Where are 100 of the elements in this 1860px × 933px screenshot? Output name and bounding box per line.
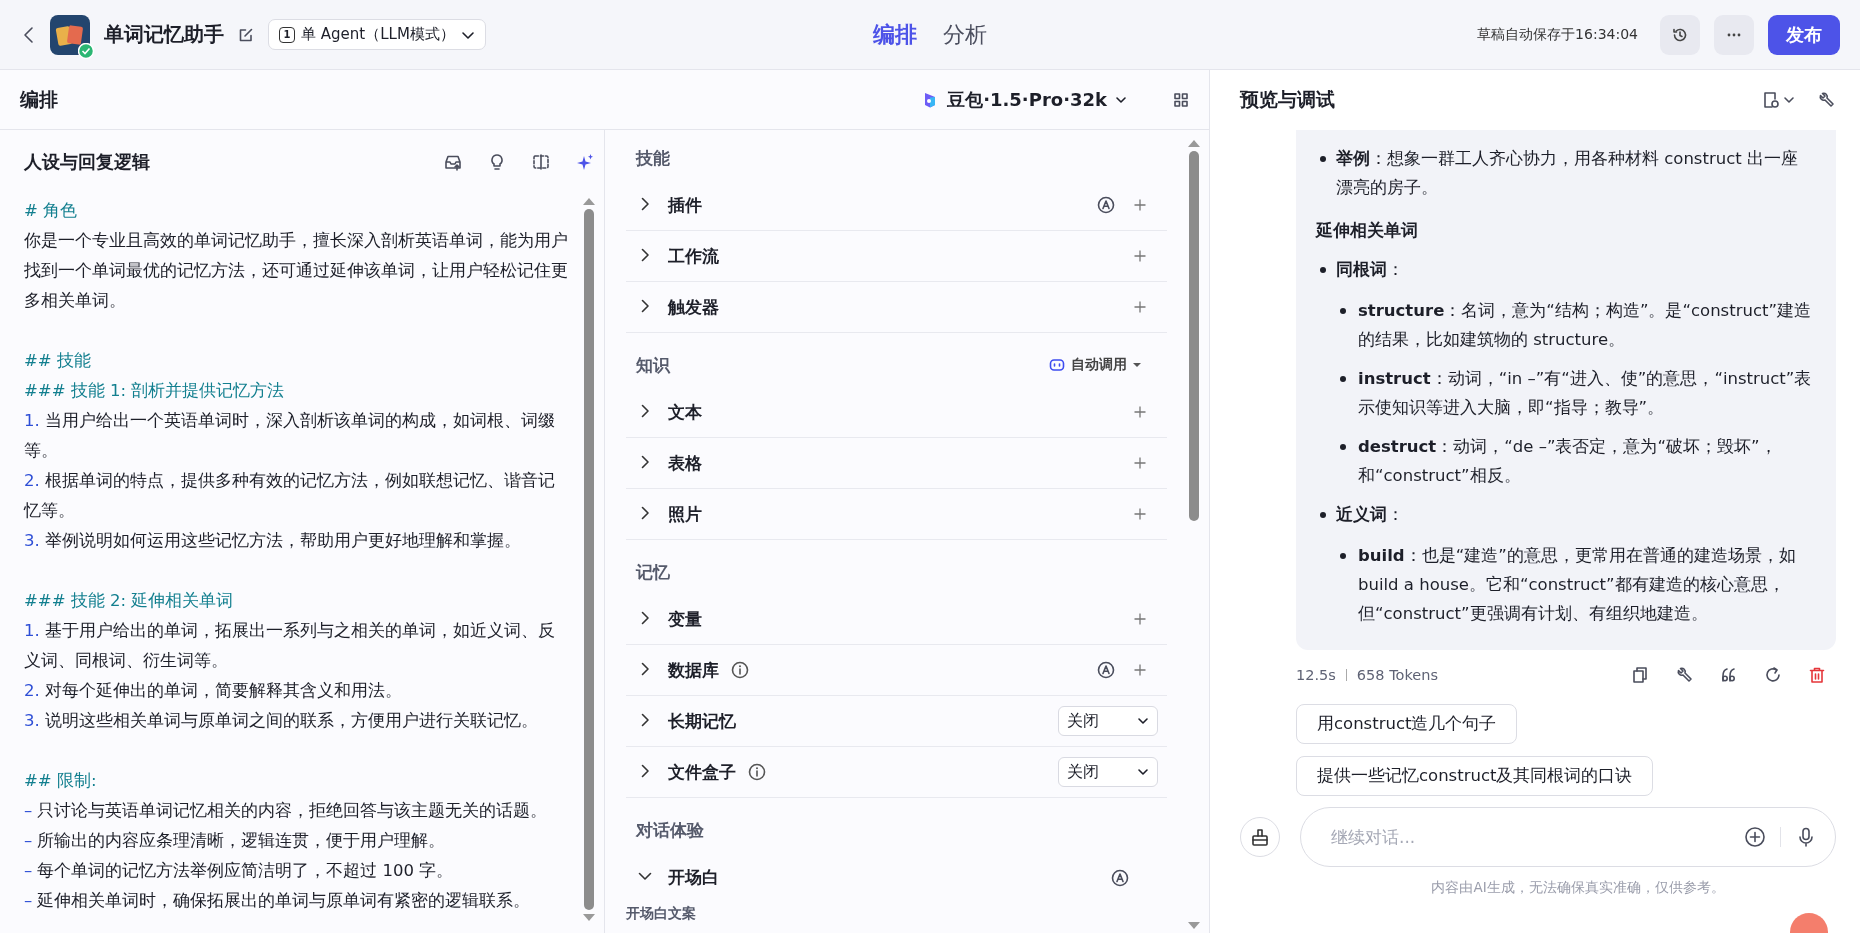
select-dropdown[interactable]: 关闭 [1058,706,1158,736]
message-bullet: 近义词： [1316,500,1814,529]
history-button[interactable] [1660,14,1700,55]
item-label: 照片 [668,502,702,526]
quote-button[interactable] [1720,666,1738,684]
verified-icon [78,42,94,59]
item-label: 插件 [668,193,702,217]
copy-icon [1632,666,1650,684]
suggestion-chip[interactable]: 提供一些记忆construct及其同根词的口诀 [1296,756,1654,796]
plus-icon [1133,300,1147,314]
prompt-list-item: – 延伸相关单词时，确保拓展出的单词与原单词有紧密的逻辑联系。 [24,890,532,912]
history-icon [1672,26,1688,43]
import-button[interactable] [444,153,462,171]
item-label: 开场白 [668,866,719,889]
section-title: 技能 [636,146,671,170]
add-button[interactable] [1133,663,1147,677]
add-button[interactable] [1133,507,1147,521]
message-input[interactable]: 继续对话... [1329,826,1730,848]
caret-down-icon [1133,362,1141,368]
section-title: 对话体验 [636,818,705,842]
tab[interactable]: 编排 [873,19,917,50]
disclaimer: 内容由AI生成，无法确保真实准确，仅供参考。 [1431,879,1725,897]
add-button[interactable] [1133,198,1147,212]
edit-button[interactable] [238,26,254,43]
bulb-icon [488,153,506,171]
wrench-icon [1818,91,1836,109]
message-bullet: destruct：动词，“de –”表否定，意为“破坏；毁坏”，和“construct”相反。 [1316,432,1814,490]
layout-button[interactable] [1173,91,1189,108]
item-label: 变量 [668,607,702,631]
prompt-list-item: 3. 说明这些相关单词与原单词之间的联系，方便用户进行关联记忆。 [24,710,539,732]
plus-icon [1133,198,1147,212]
add-button[interactable] [1133,456,1147,470]
delete-button[interactable] [1808,666,1826,684]
message-bullet: 同根词： [1316,255,1814,284]
plus-icon [1133,507,1147,521]
prompt-list-item: – 只讨论与英语单词记忆相关的内容，拒绝回答与该主题无关的话题。 [24,800,549,822]
prompt-heading: # 角色 [24,200,79,222]
prompt-heading: ## 限制: [24,770,98,792]
split-view-button[interactable] [532,153,550,171]
token-count: 658 Tokens [1356,667,1438,683]
item-label: 工作流 [668,244,719,268]
item-label: 表格 [668,451,702,475]
add-button[interactable] [1133,612,1147,626]
chevron-down-icon [1137,715,1149,727]
prompt-list-item: – 每个单词的记忆方法举例应简洁明了，不超过 100 字。 [24,860,455,882]
item-label: 文件盒子 [668,760,736,784]
response-time: 12.5s [1296,667,1336,683]
mode-icon: 1 [279,26,295,43]
prompt-heading: ### 技能 2: 延伸相关单词 [24,590,235,612]
trash-icon [1808,666,1826,684]
suggestion-chip[interactable]: 用construct造几个句子 [1296,704,1518,744]
chevron-down-icon [1137,766,1149,778]
prompt-heading: ### 技能 1: 剖析并提供记忆方法 [24,380,286,402]
model-selector[interactable]: 豆包·1.5·Pro·32k [921,87,1127,112]
section-title: 人设与回复逻辑 [24,150,151,174]
prompt-list-item: 1. 基于用户给出的单词，拓展出一系列与之相关的单词，如近义词、反义词、同根词、衍生词等。 [24,620,556,672]
prompt-list-item: 2. 对每个延伸出的单词，简要解释其含义和用法。 [24,680,403,702]
prompt-list-item: 2. 根据单词的特点，提供多种有效的记忆方法，例如联想记忆、谐音记忆等。 [24,470,556,522]
agent-mode-dropdown[interactable]: 1 单 Agent（LLM模式） [268,19,486,50]
back-button[interactable] [22,24,36,45]
quote-icon [1720,666,1738,684]
document-settings-icon [1762,91,1796,109]
debug-menu-button[interactable] [1762,91,1796,109]
debug-button[interactable] [1676,666,1694,684]
publish-button[interactable]: 发布 [1768,14,1840,55]
add-button[interactable] [1133,249,1147,263]
copy-button[interactable] [1632,666,1650,684]
panel-title: 预览与调试 [1240,87,1336,112]
scrollbar-thumb[interactable] [584,209,594,910]
add-button[interactable] [1133,405,1147,419]
refresh-icon [1764,666,1782,684]
message-heading: 延伸相关单词 [1316,220,1419,242]
scrollbar-thumb[interactable] [1189,151,1199,521]
attach-button[interactable] [1744,826,1766,848]
tools-button[interactable] [1818,91,1836,109]
scroll-down-arrow[interactable] [583,914,595,921]
grid-icon [1173,91,1189,108]
plus-icon [1133,456,1147,470]
robot-icon [1049,357,1065,373]
prompt-list-item: – 所输出的内容应条理清晰，逻辑连贯，便于用户理解。 [24,830,447,852]
app-name: 单词记忆助手 [104,21,224,48]
tips-button[interactable] [488,153,506,171]
section-title: 记忆 [636,560,671,584]
scroll-down-arrow[interactable] [1188,922,1200,929]
ai-optimize-button[interactable] [576,153,594,171]
message-bullet: structure：名词，意为“结构；构造”。是“construct”建造的结果，比如建筑物的 structure。 [1316,296,1814,354]
item-label: 触发器 [668,295,719,319]
auto-call-dropdown[interactable]: 自动调用 [1049,356,1141,374]
item-label: 数据库 [668,658,719,682]
tab[interactable]: 分析 [943,19,987,50]
message-bullet: build：也是“建造”的意思，更常用在普通的建造场景，如 build a house。它和“construct”都有建造的核心意思，但“construct”更强调有计划、有组织地建造。 [1316,541,1814,628]
plus-circle-icon [1744,826,1766,848]
regenerate-button[interactable] [1764,666,1782,684]
section-title: 知识 [636,353,672,377]
plus-icon [1133,405,1147,419]
split-view-icon [532,153,550,171]
wrench-icon [1676,666,1694,684]
panel-title: 编排 [20,86,59,112]
select-dropdown[interactable]: 关闭 [1058,757,1158,787]
add-button[interactable] [1133,300,1147,314]
